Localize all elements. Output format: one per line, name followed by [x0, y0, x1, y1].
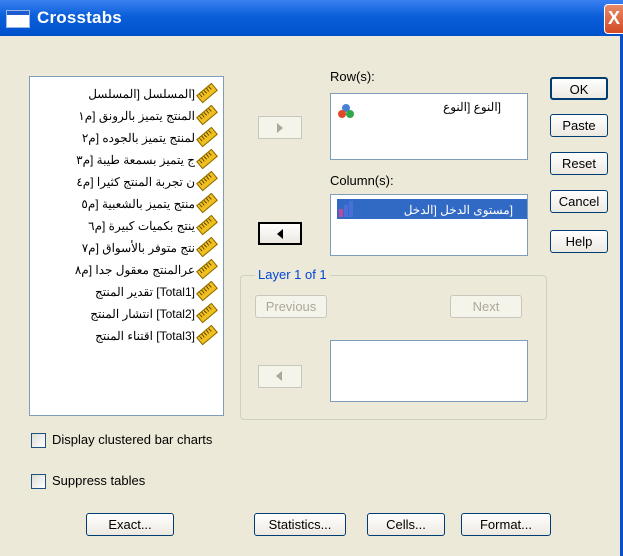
- list-item[interactable]: [Total1] تقدير المنتج: [30, 281, 223, 303]
- scale-ruler-icon: [196, 171, 218, 192]
- ok-button[interactable]: OK: [550, 77, 608, 100]
- statistics-button[interactable]: Statistics...: [254, 513, 346, 536]
- list-item[interactable]: ينتج بكميات كبيرة [م٦: [30, 215, 223, 237]
- source-variable-list[interactable]: [المسلسل [المسلسل المنتج يتميز بالرونق […: [29, 76, 224, 416]
- layer-title: Layer 1 of 1: [255, 267, 330, 282]
- reset-button[interactable]: Reset: [550, 152, 608, 175]
- ordinal-bars-icon: [339, 201, 355, 217]
- scale-ruler-icon: [196, 325, 218, 346]
- list-item[interactable]: عرالمنتج معقول جدا [م٨: [30, 259, 223, 281]
- scale-ruler-icon: [196, 193, 218, 214]
- scale-ruler-icon: [196, 149, 218, 170]
- previous-button[interactable]: Previous: [255, 295, 327, 318]
- list-item[interactable]: نتج متوفر بالأسواق [م٧: [30, 237, 223, 259]
- title-bar[interactable]: Crosstabs X: [0, 0, 623, 36]
- window-icon: [6, 10, 30, 28]
- list-item[interactable]: [Total3] اقتناء المنتج: [30, 325, 223, 347]
- scale-ruler-icon: [196, 237, 218, 258]
- paste-button[interactable]: Paste: [550, 114, 608, 137]
- next-button[interactable]: Next: [450, 295, 522, 318]
- cells-button[interactable]: Cells...: [367, 513, 445, 536]
- list-item[interactable]: [مستوى الدخل [الدخل: [404, 203, 513, 217]
- arrow-left-icon: [276, 371, 282, 381]
- scale-ruler-icon: [196, 259, 218, 280]
- nominal-circles-icon: [338, 104, 354, 118]
- list-item[interactable]: منتج يتميز بالشعبية [م٥: [30, 193, 223, 215]
- suppress-tables-label: Suppress tables: [52, 473, 146, 488]
- list-item[interactable]: [Total2] انتشار المنتج: [30, 303, 223, 325]
- columns-label: Column(s):: [330, 173, 394, 188]
- arrow-left-icon: [277, 229, 283, 239]
- clustered-bar-checkbox[interactable]: [31, 433, 46, 448]
- exact-button[interactable]: Exact...: [86, 513, 174, 536]
- scale-ruler-icon: [196, 83, 218, 104]
- list-item[interactable]: ن تجربة المنتج كثيرا [م٤: [30, 171, 223, 193]
- scale-ruler-icon: [196, 281, 218, 302]
- clustered-bar-label: Display clustered bar charts: [52, 432, 213, 447]
- scale-ruler-icon: [196, 215, 218, 236]
- format-button[interactable]: Format...: [461, 513, 551, 536]
- list-item[interactable]: لمنتج يتميز بالجوده [م٢: [30, 127, 223, 149]
- list-item[interactable]: [النوع [النوع: [443, 100, 501, 114]
- move-to-layer-button[interactable]: [258, 365, 302, 388]
- columns-list[interactable]: [مستوى الدخل [الدخل: [330, 194, 528, 256]
- arrow-right-icon: [277, 123, 283, 133]
- close-button[interactable]: X: [604, 4, 623, 34]
- list-item[interactable]: المنتج يتميز بالرونق [م١: [30, 105, 223, 127]
- suppress-tables-checkbox[interactable]: [31, 474, 46, 489]
- help-button[interactable]: Help: [550, 230, 608, 253]
- move-to-columns-button[interactable]: [258, 222, 302, 245]
- scale-ruler-icon: [196, 105, 218, 126]
- window-title: Crosstabs: [37, 8, 122, 27]
- rows-list[interactable]: [النوع [النوع: [330, 93, 528, 160]
- list-item[interactable]: ج يتميز بسمعة طيبة [م٣: [30, 149, 223, 171]
- move-to-rows-button[interactable]: [258, 116, 302, 139]
- rows-label: Row(s):: [330, 69, 375, 84]
- list-item[interactable]: [المسلسل [المسلسل: [30, 83, 223, 105]
- layer-list[interactable]: [330, 340, 528, 402]
- scale-ruler-icon: [196, 127, 218, 148]
- cancel-button[interactable]: Cancel: [550, 190, 608, 213]
- scale-ruler-icon: [196, 303, 218, 324]
